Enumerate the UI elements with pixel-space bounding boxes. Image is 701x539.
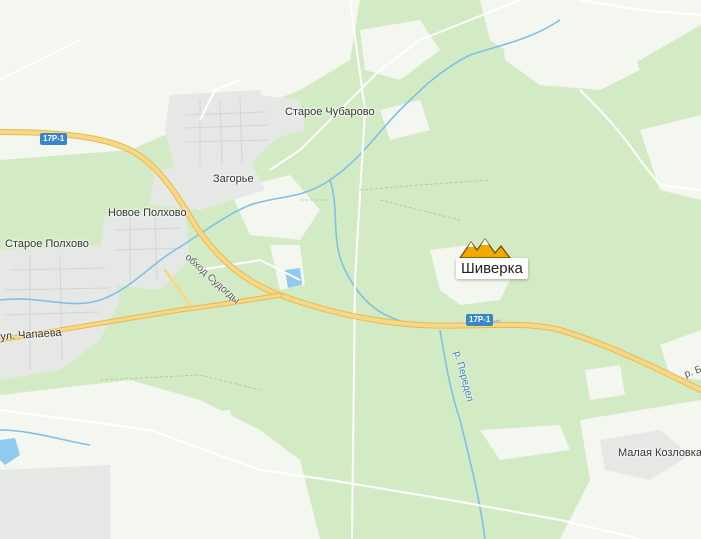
- poi-label-shiverka[interactable]: Шиверка: [456, 258, 528, 279]
- label-zagorye: Загорье: [213, 173, 254, 185]
- label-staroe-polkhovo: Старое Полхово: [5, 238, 89, 250]
- map-base: [0, 0, 701, 539]
- map-canvas[interactable]: Старое Чубарово Загорье Новое Полхово Ст…: [0, 0, 701, 539]
- label-novoe-polkhovo: Новое Полхово: [108, 207, 187, 219]
- road-shield-17r1-east: 17Р-1: [466, 314, 494, 326]
- label-malaya-kozlovka: Малая Козловка: [618, 447, 701, 459]
- label-staroe-chubarovo: Старое Чубарово: [285, 106, 375, 118]
- road-shield-17r1-west: 17Р-1: [40, 133, 68, 145]
